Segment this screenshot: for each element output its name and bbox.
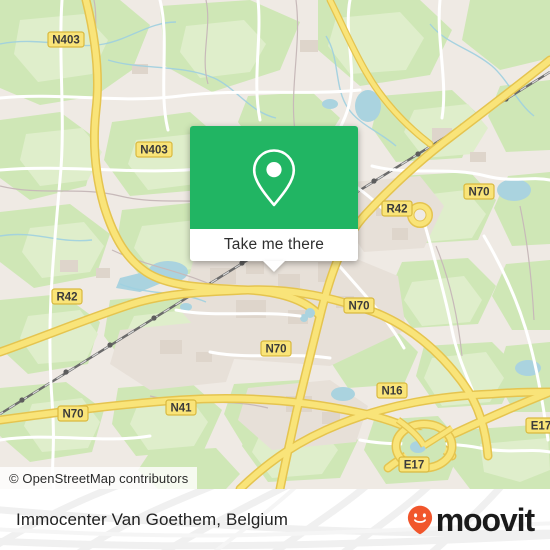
road-shield-label: N403 xyxy=(52,35,80,47)
popup-pointer xyxy=(263,261,285,272)
road-shield: N16 xyxy=(376,382,408,399)
road-shield: E17 xyxy=(398,456,430,473)
road-shield: N41 xyxy=(165,399,197,416)
road-shield-label: N16 xyxy=(381,386,402,398)
road-shield-label: R42 xyxy=(386,204,407,216)
road-shield: N403 xyxy=(135,141,173,158)
road-shield-label: N403 xyxy=(140,145,168,157)
location-popup[interactable]: Take me there xyxy=(190,126,358,272)
road-shield: N403 xyxy=(47,31,85,48)
road-shield-label: N70 xyxy=(265,344,286,356)
attribution-text: © OpenStreetMap contributors xyxy=(9,470,189,486)
map-screenshot: N403 N403 R42 R42 N70 N70 N70 N70 N41 N16 E17 E17 T… xyxy=(0,0,550,550)
map-view[interactable]: N403 N403 R42 R42 N70 N70 N70 N70 N41 N16 E17 E17 T… xyxy=(0,0,550,489)
popup-action-area[interactable]: Take me there xyxy=(190,229,358,261)
location-title: Immocenter Van Goethem, Belgium xyxy=(16,509,289,529)
road-shield: N70 xyxy=(343,297,375,314)
road-shield-label: N70 xyxy=(348,301,369,313)
road-shield: R42 xyxy=(51,288,83,305)
road-shield-label: N70 xyxy=(468,187,489,199)
road-shield: N70 xyxy=(463,183,495,200)
road-shield-label: N41 xyxy=(170,403,192,415)
road-shield: R42 xyxy=(381,200,413,217)
road-shield: N70 xyxy=(260,340,292,357)
moovit-smiley-pin-icon xyxy=(407,505,432,534)
map-pin-icon xyxy=(252,148,296,206)
popup-image-area xyxy=(190,126,358,229)
moovit-logo[interactable]: moovit xyxy=(407,501,535,538)
road-shield-label: E17 xyxy=(404,460,424,472)
moovit-wordmark: moovit xyxy=(435,501,535,538)
road-shield-label: N70 xyxy=(62,409,83,421)
road-shield: E17 xyxy=(525,417,550,434)
road-shield-label: E17 xyxy=(531,421,550,433)
road-shield-label: R42 xyxy=(56,292,77,304)
take-me-there-label: Take me there xyxy=(223,236,325,253)
road-shield: N70 xyxy=(57,405,89,422)
map-attribution[interactable]: © OpenStreetMap contributors xyxy=(0,467,198,489)
footer-bar: Immocenter Van Goethem, Belgium moovit xyxy=(0,489,550,550)
